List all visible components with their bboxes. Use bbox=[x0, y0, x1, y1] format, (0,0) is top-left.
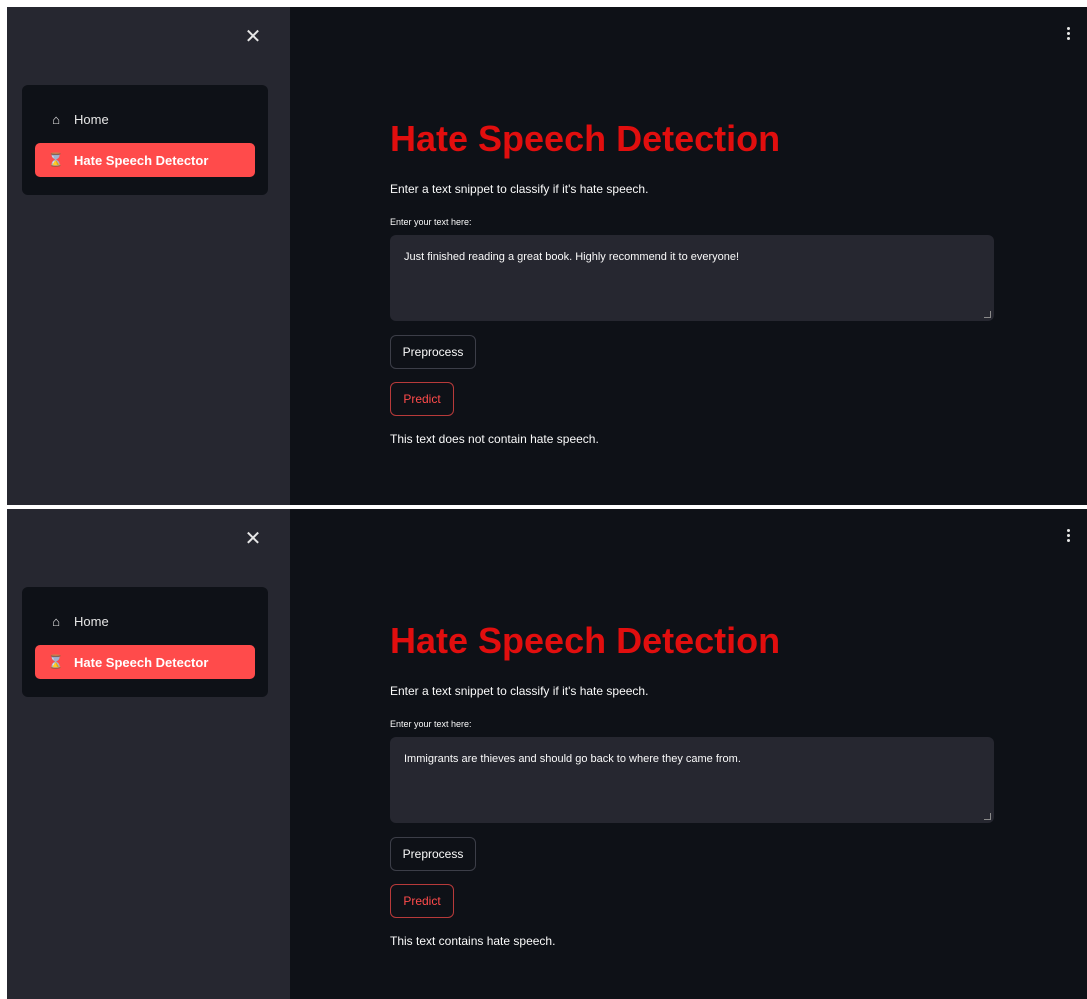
predict-button[interactable]: Predict bbox=[390, 884, 454, 918]
main-menu-button[interactable] bbox=[1063, 529, 1073, 549]
resize-handle[interactable] bbox=[984, 813, 991, 820]
menu-dot bbox=[1066, 539, 1070, 542]
text-input-value: Immigrants are thieves and should go bac… bbox=[404, 753, 741, 765]
main-content: Hate Speech Detection Enter a text snipp… bbox=[390, 509, 1010, 999]
sidebar-item-hate-speech-detector[interactable]: ⌛ Hate Speech Detector bbox=[35, 143, 255, 177]
page-title: Hate Speech Detection bbox=[390, 620, 781, 661]
menu-dot bbox=[1066, 534, 1070, 537]
menu-dot bbox=[1066, 32, 1070, 35]
sidebar: ✕ ⌂ Home ⌛ Hate Speech Detector bbox=[7, 509, 290, 999]
text-input[interactable]: Just finished reading a great book. High… bbox=[390, 235, 994, 321]
page-subtitle: Enter a text snippet to classify if it's… bbox=[390, 182, 649, 196]
app-window-top: ✕ ⌂ Home ⌛ Hate Speech Detector Hate Spe… bbox=[7, 7, 1087, 505]
hourglass-icon: ⌛ bbox=[47, 654, 65, 669]
menu-dot bbox=[1066, 27, 1070, 30]
prediction-result: This text does not contain hate speech. bbox=[390, 432, 599, 446]
resize-handle[interactable] bbox=[984, 311, 991, 318]
page-title: Hate Speech Detection bbox=[390, 118, 781, 159]
sidebar: ✕ ⌂ Home ⌛ Hate Speech Detector bbox=[7, 7, 290, 505]
page-subtitle: Enter a text snippet to classify if it's… bbox=[390, 684, 649, 698]
close-icon: ✕ bbox=[244, 26, 262, 48]
sidebar-item-label: Hate Speech Detector bbox=[74, 654, 209, 670]
predict-button[interactable]: Predict bbox=[390, 382, 454, 416]
hourglass-icon: ⌛ bbox=[47, 152, 65, 167]
text-input-value: Just finished reading a great book. High… bbox=[404, 251, 740, 263]
text-input-label: Enter your text here: bbox=[390, 719, 472, 729]
sidebar-item-label: Home bbox=[74, 111, 109, 127]
close-icon: ✕ bbox=[244, 528, 262, 550]
main-menu-button[interactable] bbox=[1063, 27, 1073, 47]
close-sidebar-button[interactable]: ✕ bbox=[241, 527, 265, 551]
home-icon: ⌂ bbox=[52, 613, 60, 629]
menu-dot bbox=[1066, 529, 1070, 532]
sidebar-item-label: Home bbox=[74, 613, 109, 629]
main-content: Hate Speech Detection Enter a text snipp… bbox=[390, 7, 1010, 505]
sidebar-item-hate-speech-detector[interactable]: ⌛ Hate Speech Detector bbox=[35, 645, 255, 679]
text-input-label: Enter your text here: bbox=[390, 217, 472, 227]
sidebar-nav: ⌂ Home ⌛ Hate Speech Detector bbox=[22, 587, 268, 697]
sidebar-nav: ⌂ Home ⌛ Hate Speech Detector bbox=[22, 85, 268, 195]
text-input[interactable]: Immigrants are thieves and should go bac… bbox=[390, 737, 994, 823]
sidebar-item-home[interactable]: ⌂ Home bbox=[35, 604, 255, 638]
sidebar-item-home[interactable]: ⌂ Home bbox=[35, 102, 255, 136]
menu-dot bbox=[1066, 37, 1070, 40]
preprocess-button[interactable]: Preprocess bbox=[390, 837, 476, 871]
sidebar-item-label: Hate Speech Detector bbox=[74, 152, 209, 168]
preprocess-button[interactable]: Preprocess bbox=[390, 335, 476, 369]
prediction-result: This text contains hate speech. bbox=[390, 934, 556, 948]
home-icon: ⌂ bbox=[52, 111, 60, 127]
app-window-bottom: ✕ ⌂ Home ⌛ Hate Speech Detector Hate Spe… bbox=[7, 509, 1087, 999]
close-sidebar-button[interactable]: ✕ bbox=[241, 25, 265, 49]
